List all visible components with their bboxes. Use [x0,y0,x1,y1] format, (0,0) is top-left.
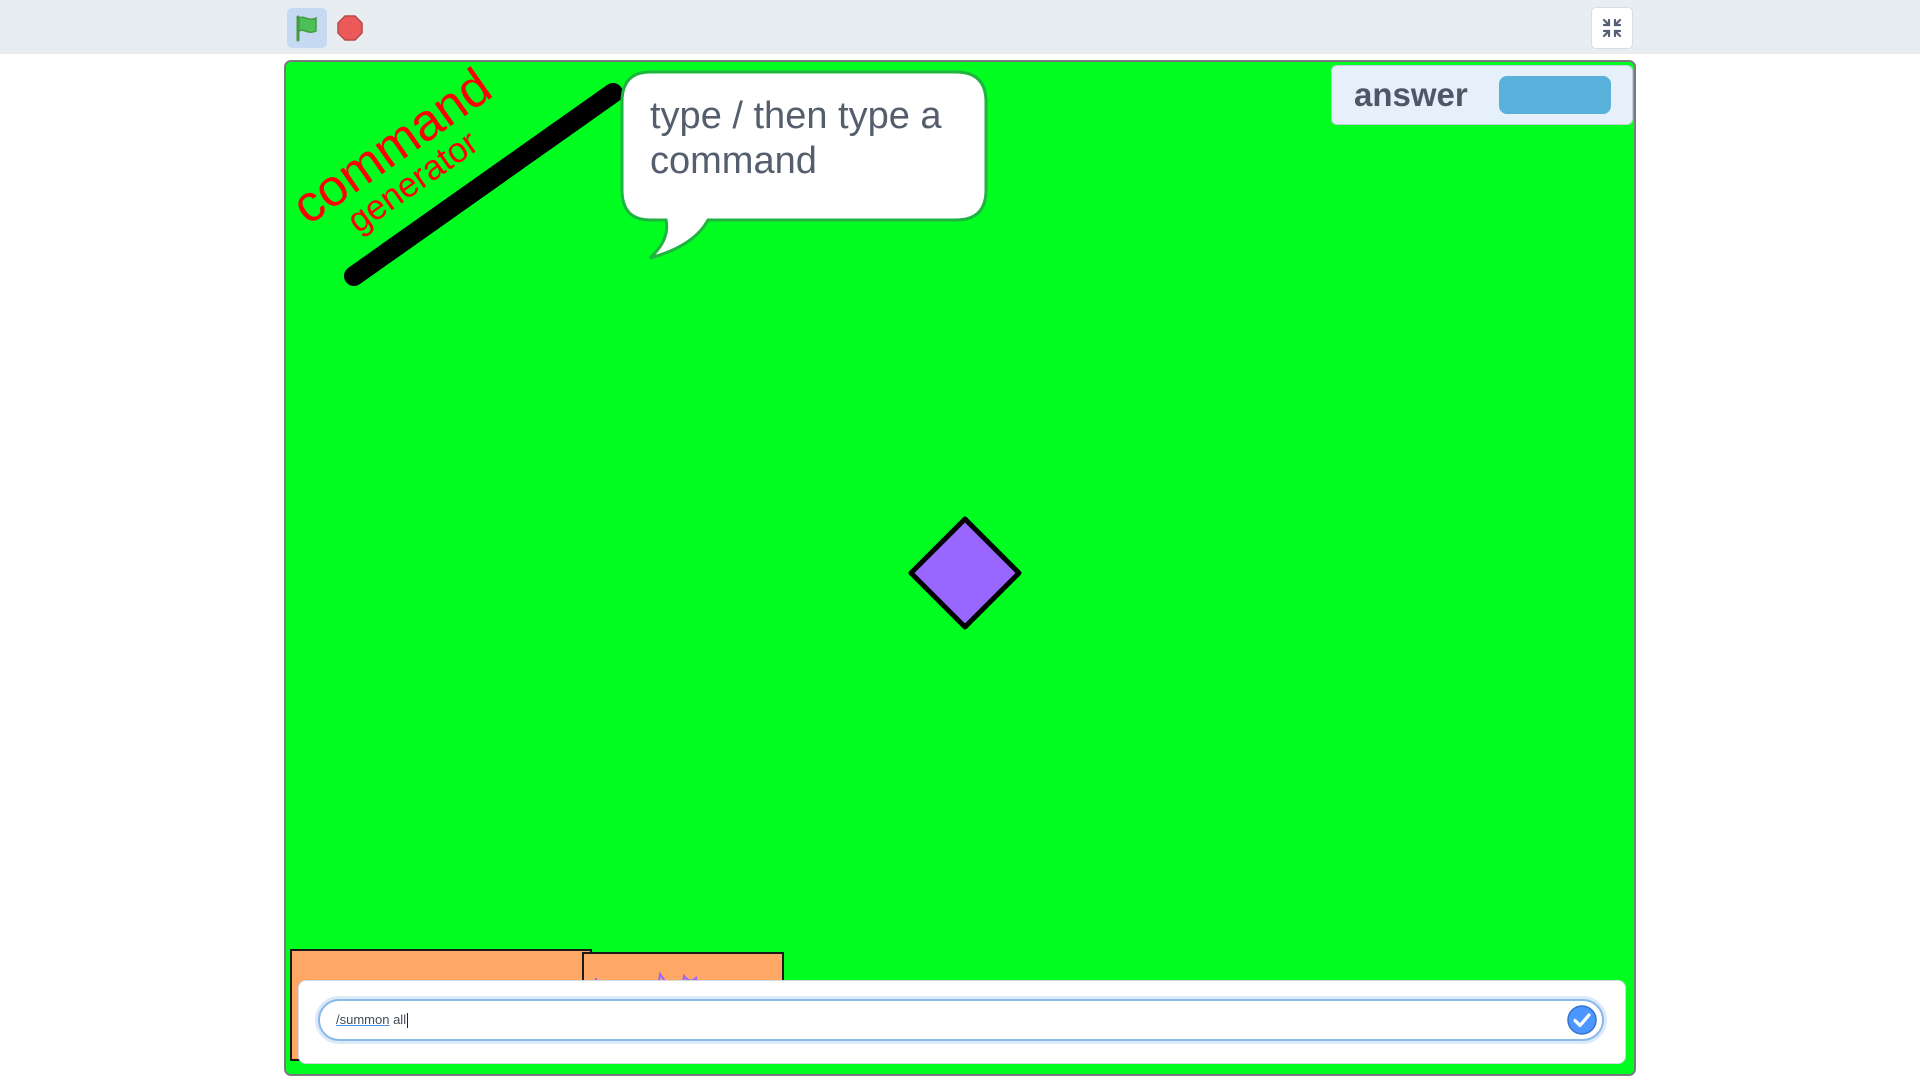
green-flag-icon [296,15,317,42]
stop-button[interactable] [332,10,368,46]
submit-answer-button[interactable] [1566,1004,1598,1036]
variable-monitor-answer[interactable]: answer [1331,65,1633,125]
ask-answer-text: /summon all [336,1012,409,1029]
stop-icon [337,15,363,41]
variable-monitor-value [1499,76,1611,114]
purple-diamond-sprite[interactable] [905,513,1025,633]
variable-monitor-label: answer [1354,76,1468,113]
ask-answer-command: /summon [336,1012,390,1027]
unfullscreen-button[interactable] [1591,7,1633,49]
ask-answer-input[interactable]: /summon all [318,999,1604,1041]
checkmark-icon [1567,1005,1597,1035]
title-sprite[interactable]: command generator [286,62,626,322]
green-flag-button[interactable] [287,8,327,48]
ask-prompt-panel: /summon all [298,980,1626,1064]
speech-bubble-text: type / then type a command [650,95,942,182]
ask-answer-rest: all [389,1012,407,1027]
project-stage[interactable]: command generator type / then type a com… [284,60,1636,1076]
unfullscreen-icon [1602,18,1622,38]
text-caret [407,1013,409,1029]
player-controls-bar [0,0,1920,54]
